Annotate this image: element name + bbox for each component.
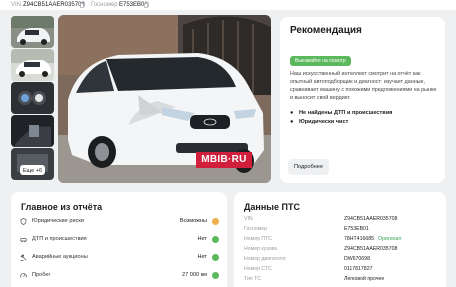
- pts-label: Тип ТС: [244, 276, 262, 282]
- pts-label: Номер двигателя: [244, 256, 286, 262]
- shield-icon: [20, 218, 27, 225]
- thumbnail-photo[interactable]: [11, 16, 54, 48]
- check-label: Юридически чист: [299, 119, 349, 125]
- car-crash-icon: [20, 238, 27, 243]
- recommendation-title: Рекомендация: [290, 25, 362, 36]
- ok-icon: [212, 236, 219, 243]
- check-label: Не найдены ДТП и происшествия: [299, 110, 393, 116]
- pts-label: Номер СТС: [244, 266, 272, 272]
- pts-label: VIN: [244, 216, 253, 222]
- highlight-value: 27 000 км: [182, 272, 207, 278]
- copy-icon[interactable]: [80, 2, 85, 8]
- pts-row: Госномер Е753ЕВ01: [244, 224, 440, 234]
- pts-value: Z94CB51AAER035708: [344, 246, 398, 252]
- ok-icon: [212, 272, 219, 279]
- speedometer-icon: [20, 273, 27, 278]
- more-details-button[interactable]: Подробнее: [288, 159, 329, 175]
- thumbnail-more[interactable]: Еще +6: [11, 148, 54, 180]
- check-icon: ●: [290, 110, 294, 116]
- warning-icon: [212, 218, 219, 225]
- pts-value: DW670698: [344, 256, 370, 262]
- highlight-value: Возможны: [179, 218, 207, 224]
- gosnomer-label: Госномер: [91, 2, 118, 8]
- highlight-value: Нет: [197, 254, 207, 260]
- pts-value: 78НТ416685 Оригинал: [344, 236, 402, 242]
- vin-label: VIN: [11, 2, 22, 8]
- ok-icon: [212, 254, 219, 261]
- highlights-title: Главное из отчёта: [21, 202, 103, 212]
- pts-value: Е753ЕВ01: [344, 226, 369, 232]
- check-item: ● Не найдены ДТП и происшествия: [290, 109, 392, 117]
- pts-value: Легковой прочее: [344, 276, 385, 282]
- check-item: ● Юридически чист: [290, 118, 348, 126]
- recommendation-badge: Выезжайте на осмотр: [290, 56, 351, 66]
- recommendation-text: Наш искусственный интеллект смотрит на о…: [290, 71, 437, 101]
- pts-row: Номер ПТС 78НТ416685 Оригинал: [244, 234, 440, 244]
- highlight-value: Нет: [197, 236, 207, 242]
- highlight-label: Аварийные аукционы: [32, 254, 88, 260]
- highlight-row[interactable]: ДТП и происшествия Нет: [20, 232, 221, 247]
- vin-value: Z94CB51AAER035708: [23, 2, 85, 8]
- pts-row: VIN Z94CB51AAER035708: [244, 214, 440, 224]
- top-info-bar: VIN Z94CB51AAER035708 Госномер Е753ЕВ01: [0, 0, 456, 10]
- auction-icon: [20, 254, 27, 261]
- highlight-row[interactable]: Пробег 27 000 км: [20, 268, 221, 283]
- more-photos-label: Еще +6: [23, 168, 42, 174]
- highlight-label: Пробег: [32, 272, 51, 278]
- pts-label: Номер кузова: [244, 246, 278, 252]
- thumbnail-photo[interactable]: [11, 82, 54, 114]
- pts-card: Данные ПТС VIN Z94CB51AAER035708 Госноме…: [234, 192, 446, 287]
- highlight-row[interactable]: Юридические риски Возможны: [20, 214, 221, 229]
- highlights-card: Главное из отчёта Юридические риски Возм…: [11, 192, 227, 287]
- highlight-label: ДТП и происшествия: [32, 236, 87, 242]
- pts-value: Z94CB51AAER035708: [344, 216, 398, 222]
- pts-label: Госномер: [244, 226, 268, 232]
- pts-row: Номер СТС 0117817827: [244, 264, 440, 274]
- thumbnail-photo[interactable]: [11, 49, 54, 81]
- original-tag: Оригинал: [378, 236, 402, 242]
- highlight-row[interactable]: Аварийные аукционы Нет: [20, 250, 221, 265]
- copy-icon[interactable]: [144, 2, 149, 8]
- pts-row: Номер кузова Z94CB51AAER035708: [244, 244, 440, 254]
- watermark-logo: MBIB·RU: [196, 152, 252, 168]
- highlight-label: Юридические риски: [32, 218, 84, 224]
- pts-value: 0117817827: [344, 266, 373, 272]
- pts-row: Номер двигателя DW670698: [244, 254, 440, 264]
- pts-row: Тип ТС Легковой прочее: [244, 274, 440, 284]
- check-icon: ●: [290, 119, 294, 125]
- pts-label: Номер ПТС: [244, 236, 273, 242]
- pts-title: Данные ПТС: [244, 202, 300, 212]
- thumbnail-photo[interactable]: [11, 115, 54, 147]
